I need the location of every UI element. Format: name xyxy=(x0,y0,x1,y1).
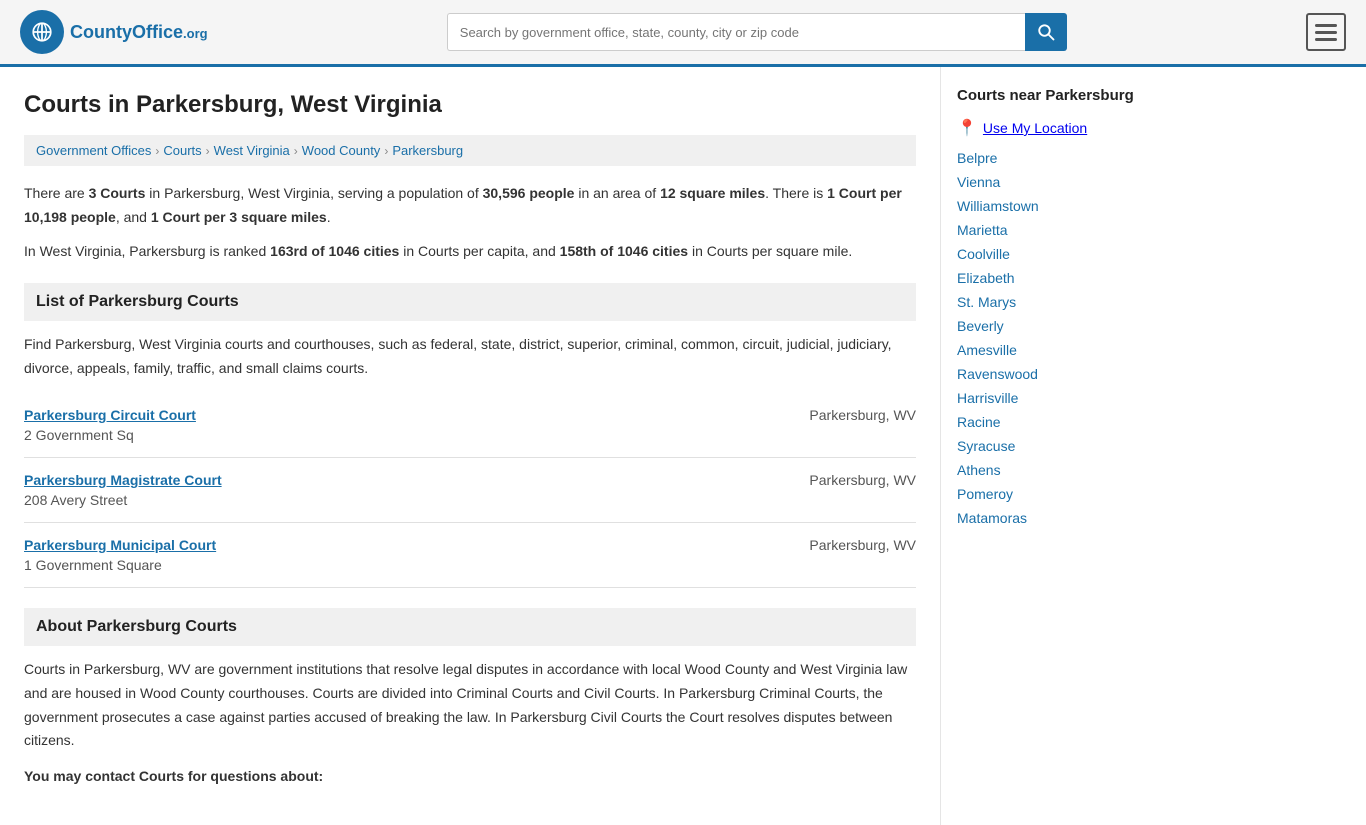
logo-icon xyxy=(20,10,64,54)
nearby-city-link-3[interactable]: Marietta xyxy=(957,222,1008,238)
nearby-city-item: Belpre xyxy=(957,150,1144,166)
breadcrumb-city[interactable]: Parkersburg xyxy=(392,143,463,158)
nearby-city-link-13[interactable]: Athens xyxy=(957,462,1001,478)
page-title: Courts in Parkersburg, West Virginia xyxy=(24,91,916,119)
court-item-3: Parkersburg Municipal Court 1 Government… xyxy=(24,523,916,587)
court-link-3[interactable]: Parkersburg Municipal Court xyxy=(24,537,216,553)
breadcrumb-sep-4: › xyxy=(384,144,388,158)
court-address-1: 2 Government Sq xyxy=(24,427,756,443)
court-location-2: Parkersburg, WV xyxy=(756,472,916,488)
nearby-city-item: Coolville xyxy=(957,246,1144,262)
nearby-city-link-14[interactable]: Pomeroy xyxy=(957,486,1013,502)
nearby-city-item: Syracuse xyxy=(957,438,1144,454)
breadcrumb-sep-3: › xyxy=(294,144,298,158)
list-description: Find Parkersburg, West Virginia courts a… xyxy=(24,333,916,381)
breadcrumb-gov-offices[interactable]: Government Offices xyxy=(36,143,151,158)
about-text: Courts in Parkersburg, WV are government… xyxy=(24,658,916,753)
menu-icon-line2 xyxy=(1315,31,1337,34)
nearby-city-item: Racine xyxy=(957,414,1144,430)
about-section-header: About Parkersburg Courts xyxy=(24,608,916,646)
nearby-city-link-12[interactable]: Syracuse xyxy=(957,438,1015,454)
nearby-city-link-6[interactable]: St. Marys xyxy=(957,294,1016,310)
list-section-header: List of Parkersburg Courts xyxy=(24,283,916,321)
nearby-city-link-4[interactable]: Coolville xyxy=(957,246,1010,262)
nearby-city-item: Matamoras xyxy=(957,510,1144,526)
court-link-1[interactable]: Parkersburg Circuit Court xyxy=(24,407,196,423)
nearby-city-item: Vienna xyxy=(957,174,1144,190)
nearby-city-link-0[interactable]: Belpre xyxy=(957,150,997,166)
nearby-city-item: Marietta xyxy=(957,222,1144,238)
nearby-city-item: Elizabeth xyxy=(957,270,1144,286)
nearby-city-item: Pomeroy xyxy=(957,486,1144,502)
court-address-3: 1 Government Square xyxy=(24,557,756,573)
logo[interactable]: CountyOffice.org xyxy=(20,10,208,54)
court-location-3: Parkersburg, WV xyxy=(756,537,916,553)
search-button[interactable] xyxy=(1025,13,1067,51)
sidebar-title: Courts near Parkersburg xyxy=(957,87,1144,104)
court-address-2: 208 Avery Street xyxy=(24,492,756,508)
nearby-city-link-9[interactable]: Ravenswood xyxy=(957,366,1038,382)
nearby-city-link-1[interactable]: Vienna xyxy=(957,174,1000,190)
nearby-city-item: Harrisville xyxy=(957,390,1144,406)
breadcrumb-courts[interactable]: Courts xyxy=(163,143,201,158)
nearby-city-item: Williamstown xyxy=(957,198,1144,214)
nearby-city-link-5[interactable]: Elizabeth xyxy=(957,270,1015,286)
court-list: Parkersburg Circuit Court 2 Government S… xyxy=(24,393,916,588)
search-icon xyxy=(1037,23,1055,41)
menu-icon-line3 xyxy=(1315,38,1337,41)
breadcrumb: Government Offices › Courts › West Virgi… xyxy=(24,135,916,166)
stats-paragraph-1: There are 3 Courts in Parkersburg, West … xyxy=(24,182,916,230)
court-item-1: Parkersburg Circuit Court 2 Government S… xyxy=(24,393,916,458)
court-location-1: Parkersburg, WV xyxy=(756,407,916,423)
nearby-city-link-15[interactable]: Matamoras xyxy=(957,510,1027,526)
nearby-city-item: St. Marys xyxy=(957,294,1144,310)
use-my-location[interactable]: 📍 Use My Location xyxy=(957,118,1144,138)
nearby-city-item: Athens xyxy=(957,462,1144,478)
nearby-city-link-11[interactable]: Racine xyxy=(957,414,1001,430)
nearby-city-link-2[interactable]: Williamstown xyxy=(957,198,1039,214)
breadcrumb-state[interactable]: West Virginia xyxy=(214,143,290,158)
breadcrumb-sep-1: › xyxy=(155,144,159,158)
logo-text: CountyOffice.org xyxy=(70,22,208,43)
search-input[interactable] xyxy=(447,13,1025,51)
contact-header: You may contact Courts for questions abo… xyxy=(24,765,916,789)
breadcrumb-sep-2: › xyxy=(206,144,210,158)
nearby-city-link-10[interactable]: Harrisville xyxy=(957,390,1018,406)
nearby-city-link-7[interactable]: Beverly xyxy=(957,318,1004,334)
nearby-city-item: Ravenswood xyxy=(957,366,1144,382)
court-item-2: Parkersburg Magistrate Court 208 Avery S… xyxy=(24,458,916,523)
location-pin-icon: 📍 xyxy=(957,118,977,138)
use-location-link[interactable]: Use My Location xyxy=(983,120,1087,136)
nearby-city-link-8[interactable]: Amesville xyxy=(957,342,1017,358)
nearby-cities-list: Belpre Vienna Williamstown Marietta Coolvill… xyxy=(957,150,1144,526)
breadcrumb-county[interactable]: Wood County xyxy=(302,143,381,158)
nearby-city-item: Amesville xyxy=(957,342,1144,358)
court-link-2[interactable]: Parkersburg Magistrate Court xyxy=(24,472,222,488)
nearby-city-item: Beverly xyxy=(957,318,1144,334)
stats-paragraph-2: In West Virginia, Parkersburg is ranked … xyxy=(24,240,916,264)
sidebar: Courts near Parkersburg 📍 Use My Locatio… xyxy=(940,67,1160,825)
menu-icon-line1 xyxy=(1315,24,1337,27)
menu-button[interactable] xyxy=(1306,13,1346,51)
